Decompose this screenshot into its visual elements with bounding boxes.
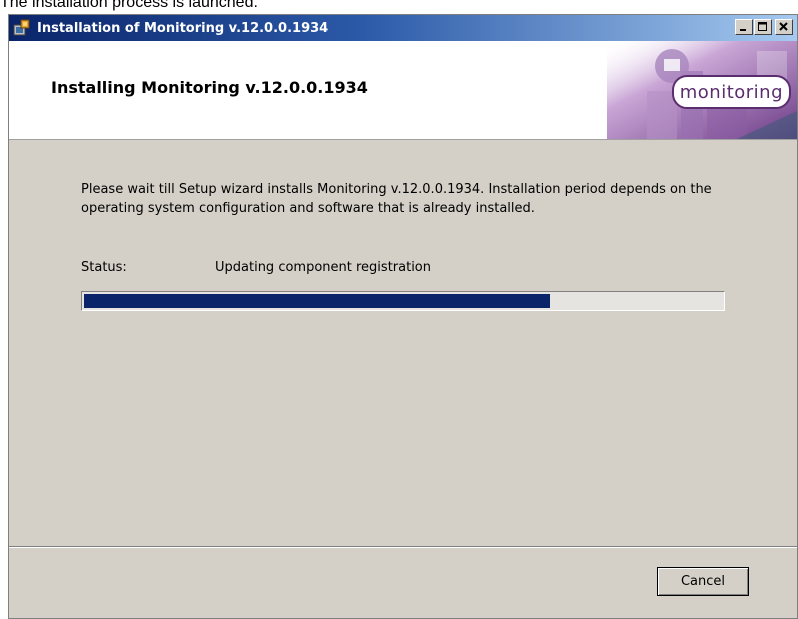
header-title: Installing Monitoring v.12.0.0.1934: [51, 78, 368, 97]
footer-separator: [9, 546, 797, 548]
installer-window: Installation of Monitoring v.12.0.0.1934: [8, 14, 798, 619]
install-description: Please wait till Setup wizard installs M…: [81, 182, 712, 216]
close-button[interactable]: [775, 19, 793, 35]
maximize-icon: [758, 22, 767, 31]
wizard-header: Installing Monitoring v.12.0.0.1934 moni…: [9, 41, 797, 140]
progress-fill: [84, 294, 550, 308]
minimize-button[interactable]: [735, 19, 753, 35]
installer-app-icon: [13, 19, 31, 37]
maximize-button[interactable]: [754, 19, 772, 35]
cancel-button[interactable]: Cancel: [657, 567, 749, 596]
minimize-icon: [740, 29, 746, 31]
window-title: Installation of Monitoring v.12.0.0.1934: [37, 20, 329, 36]
close-icon: [779, 22, 788, 31]
window-controls: [734, 19, 793, 35]
install-progress-bar: [81, 291, 725, 311]
status-value: Updating component registration: [215, 260, 431, 275]
page-caption: The installation process is launched.: [0, 0, 258, 11]
title-bar[interactable]: Installation of Monitoring v.12.0.0.1934: [9, 15, 797, 41]
status-label: Status:: [81, 260, 127, 275]
header-banner-image: monitoring: [607, 41, 797, 139]
wizard-content: Please wait till Setup wizard installs M…: [9, 139, 797, 545]
monitoring-logo: monitoring: [671, 75, 791, 109]
